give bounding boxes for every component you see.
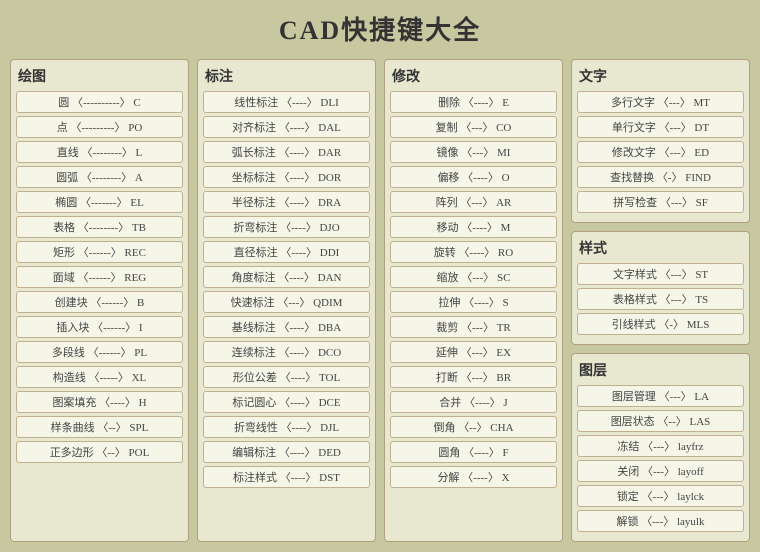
cmd-item: 编辑标注 〈----〉 DED (203, 441, 370, 463)
style-title: 样式 (577, 238, 744, 258)
cmd-item: 直线 〈--------〉 L (16, 141, 183, 163)
cmd-item: 裁剪 〈---〉 TR (390, 316, 557, 338)
cmd-item: 标记圆心 〈----〉 DCE (203, 391, 370, 413)
cmd-item: 查找替换 〈-〉 FIND (577, 166, 744, 188)
cmd-item: 冻结 〈---〉 layfrz (577, 435, 744, 457)
drawing-section: 绘图 圆 〈----------〉 C 点 〈---------〉 PO 直线 〈-… (10, 59, 189, 542)
cmd-item: 引线样式 〈-〉 MLS (577, 313, 744, 335)
drawing-title: 绘图 (16, 66, 183, 86)
cmd-item: 文字样式 〈---〉 ST (577, 263, 744, 285)
modify-section: 修改 删除 〈----〉 E 复制 〈---〉 CO 镜像 〈---〉 MI 偏移 〈… (384, 59, 563, 542)
layer-title: 图层 (577, 360, 744, 380)
cmd-item: 面域 〈------〉 REG (16, 266, 183, 288)
cmd-item: 正多边形 〈--〉 POL (16, 441, 183, 463)
cmd-item: 倒角 〈--〉 CHA (390, 416, 557, 438)
cmd-item: 延伸 〈---〉 EX (390, 341, 557, 363)
cmd-item: 锁定 〈---〉 laylck (577, 485, 744, 507)
cmd-item: 快速标注 〈---〉 QDIM (203, 291, 370, 313)
cmd-item: 角度标注 〈----〉 DAN (203, 266, 370, 288)
cmd-item: 拉伸 〈----〉 S (390, 291, 557, 313)
cmd-item: 圆弧 〈--------〉 A (16, 166, 183, 188)
cmd-item: 半径标注 〈----〉 DRA (203, 191, 370, 213)
cmd-item: 合并 〈----〉 J (390, 391, 557, 413)
cmd-item: 阵列 〈---〉 AR (390, 191, 557, 213)
cmd-item: 多行文字 〈---〉 MT (577, 91, 744, 113)
cmd-item: 椭圆 〈-------〉 EL (16, 191, 183, 213)
cmd-item: 镜像 〈---〉 MI (390, 141, 557, 163)
cmd-item: 形位公差 〈----〉 TOL (203, 366, 370, 388)
cmd-item: 偏移 〈----〉 O (390, 166, 557, 188)
cmd-item: 删除 〈----〉 E (390, 91, 557, 113)
cmd-item: 对齐标注 〈----〉 DAL (203, 116, 370, 138)
cmd-item: 复制 〈---〉 CO (390, 116, 557, 138)
page-title: CAD快捷键大全 (10, 10, 750, 47)
cmd-item: 基线标注 〈----〉 DBA (203, 316, 370, 338)
cmd-item: 连续标注 〈----〉 DCO (203, 341, 370, 363)
cmd-item: 坐标标注 〈----〉 DOR (203, 166, 370, 188)
layer-section: 图层 图层管理 〈---〉 LA 图层状态 〈--〉 LAS 冻结 〈---〉 la… (571, 353, 750, 542)
cmd-item: 直径标注 〈----〉 DDI (203, 241, 370, 263)
cmd-item: 表格样式 〈---〉 TS (577, 288, 744, 310)
cmd-item: 解锁 〈---〉 layulk (577, 510, 744, 532)
style-section: 样式 文字样式 〈---〉 ST 表格样式 〈---〉 TS 引线样式 〈-〉 ML… (571, 231, 750, 345)
cmd-item: 单行文字 〈---〉 DT (577, 116, 744, 138)
cmd-item: 弧长标注 〈----〉 DAR (203, 141, 370, 163)
cmd-item: 圆角 〈----〉 F (390, 441, 557, 463)
cmd-item: 矩形 〈------〉 REC (16, 241, 183, 263)
annotate-title: 标注 (203, 66, 370, 86)
cmd-item: 图案填充 〈----〉 H (16, 391, 183, 413)
cmd-item: 缩放 〈---〉 SC (390, 266, 557, 288)
cmd-item: 图层管理 〈---〉 LA (577, 385, 744, 407)
annotate-section: 标注 线性标注 〈----〉 DLI 对齐标注 〈----〉 DAL 弧长标注 〈-… (197, 59, 376, 542)
cmd-item: 标注样式 〈----〉 DST (203, 466, 370, 488)
cmd-item: 关闭 〈---〉 layoff (577, 460, 744, 482)
cmd-item: 点 〈---------〉 PO (16, 116, 183, 138)
cmd-item: 表格 〈--------〉 TB (16, 216, 183, 238)
cmd-item: 线性标注 〈----〉 DLI (203, 91, 370, 113)
text-title: 文字 (577, 66, 744, 86)
cmd-item: 多段线 〈------〉 PL (16, 341, 183, 363)
cmd-item: 构造线 〈-----〉 XL (16, 366, 183, 388)
cmd-item: 创建块 〈------〉 B (16, 291, 183, 313)
modify-title: 修改 (390, 66, 557, 86)
cmd-item: 移动 〈----〉 M (390, 216, 557, 238)
cmd-item: 图层状态 〈--〉 LAS (577, 410, 744, 432)
cmd-item: 修改文字 〈---〉 ED (577, 141, 744, 163)
cmd-item: 打断 〈---〉 BR (390, 366, 557, 388)
cmd-item: 分解 〈----〉 X (390, 466, 557, 488)
cmd-item: 圆 〈----------〉 C (16, 91, 183, 113)
cmd-item: 旋转 〈----〉 RO (390, 241, 557, 263)
cmd-item: 拼写检查 〈---〉 SF (577, 191, 744, 213)
cmd-item: 样条曲线 〈--〉 SPL (16, 416, 183, 438)
text-section: 文字 多行文字 〈---〉 MT 单行文字 〈---〉 DT 修改文字 〈---〉 … (571, 59, 750, 223)
cmd-item: 折弯标注 〈----〉 DJO (203, 216, 370, 238)
cmd-item: 折弯线性 〈----〉 DJL (203, 416, 370, 438)
cmd-item: 插入块 〈------〉 I (16, 316, 183, 338)
